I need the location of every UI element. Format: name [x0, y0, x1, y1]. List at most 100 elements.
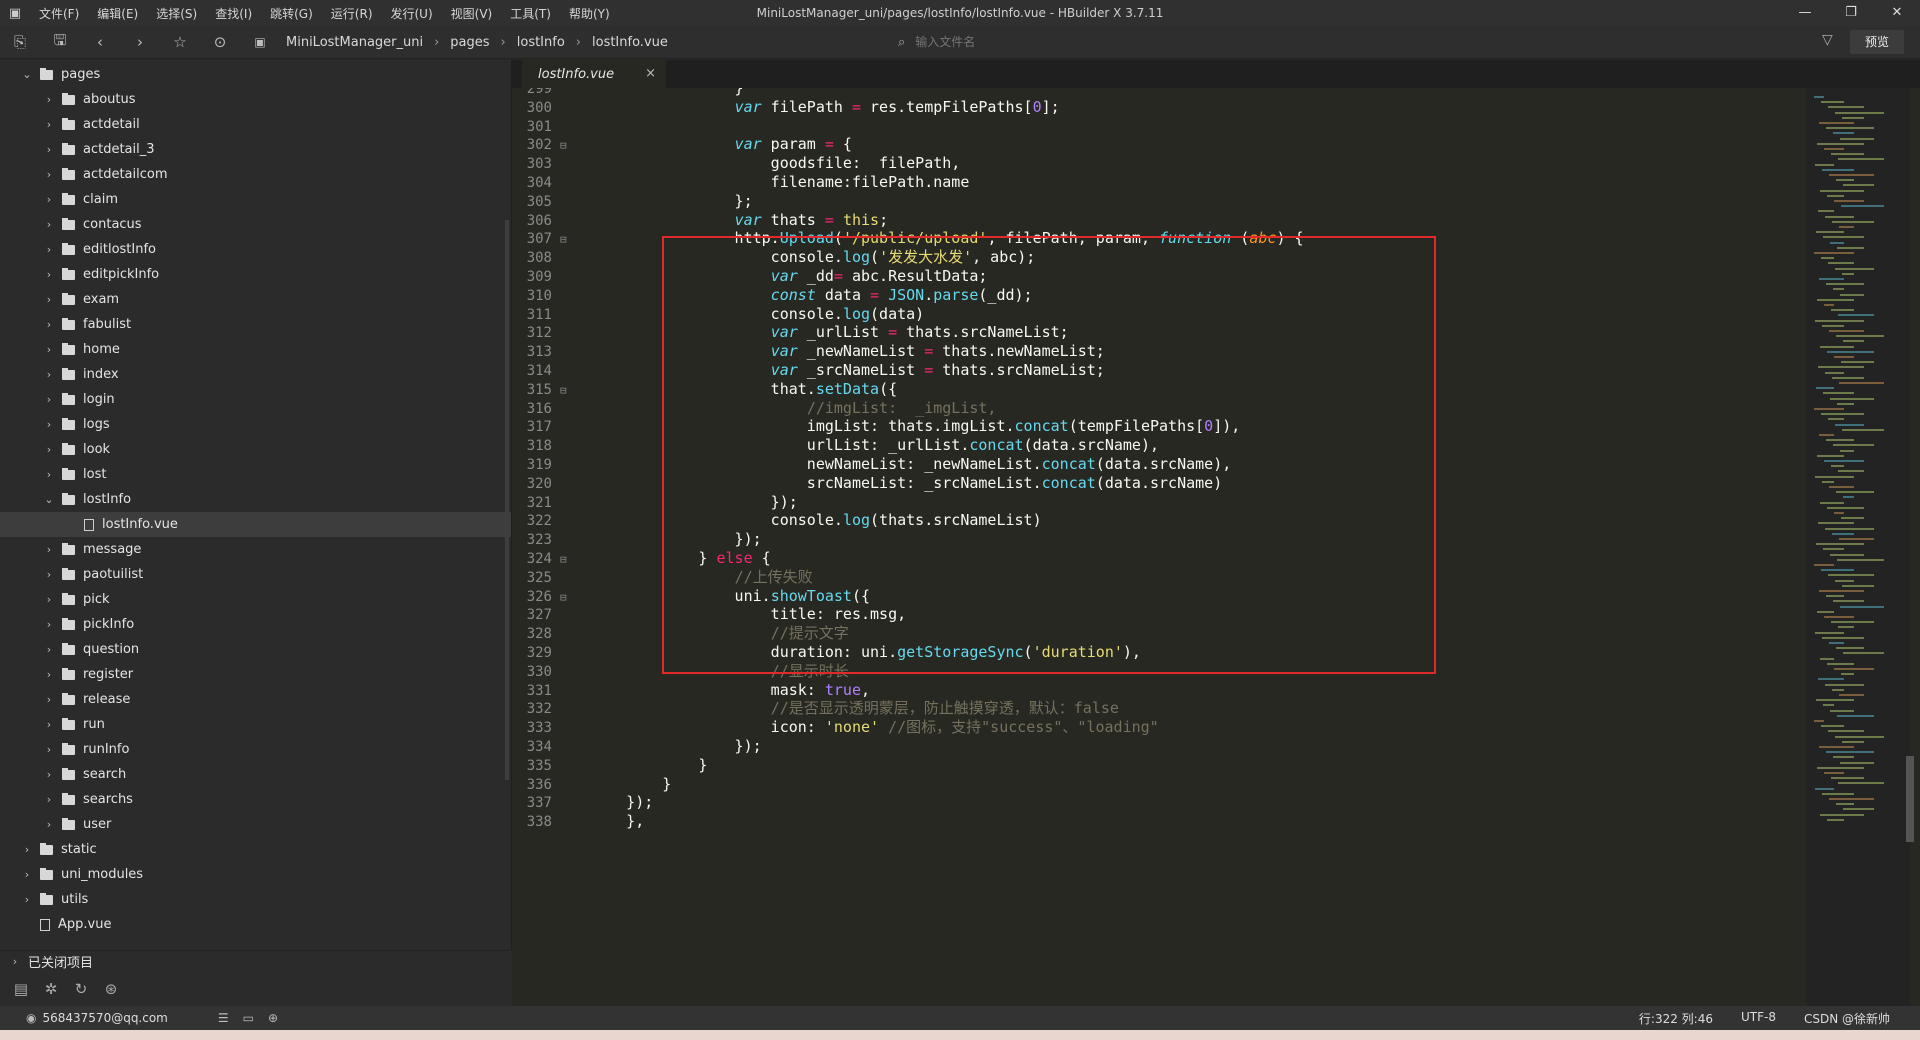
tree-folder[interactable]: › actdetailcom: [0, 162, 511, 187]
closed-projects[interactable]: › 已关闭项目: [0, 950, 512, 972]
code-line[interactable]: 309 var _dd= abc.ResultData;: [512, 267, 1802, 286]
outline-icon[interactable]: ☰: [218, 1011, 229, 1025]
code-line[interactable]: 299 }: [512, 88, 1802, 98]
tree-file[interactable]: lostInfo.vue: [0, 512, 511, 537]
menu-item-0[interactable]: 文件(F): [30, 5, 88, 22]
preview-button[interactable]: 预览: [1850, 30, 1904, 54]
code-line[interactable]: 304 filename:filePath.name: [512, 173, 1802, 192]
tree-folder[interactable]: › contacus: [0, 212, 511, 237]
code-line[interactable]: 334 });: [512, 737, 1802, 756]
code-line[interactable]: 332 //是否显示透明蒙层，防止触摸穿透，默认：false: [512, 699, 1802, 718]
tree-folder[interactable]: › editpickInfo: [0, 262, 511, 287]
project-icon[interactable]: ▤: [6, 980, 36, 998]
code-line[interactable]: 315 ⊟ that.setData({: [512, 380, 1802, 399]
tree-folder[interactable]: › pick: [0, 587, 511, 612]
tree-folder[interactable]: › index: [0, 362, 511, 387]
code-editor[interactable]: 299 } 300 var filePath = res.tempFilePath…: [512, 88, 1920, 1006]
code-line[interactable]: 333 icon: 'none' //图标，支持"success"、"loadi…: [512, 718, 1802, 737]
code-line[interactable]: 318 urlList: _urlList.concat(data.srcNam…: [512, 436, 1802, 455]
breadcrumb-file[interactable]: lostInfo.vue: [592, 35, 668, 50]
tree-folder[interactable]: › message: [0, 537, 511, 562]
code-line[interactable]: 301: [512, 117, 1802, 136]
tree-folder[interactable]: › editlostInfo: [0, 237, 511, 262]
cursor-position[interactable]: 行:322 列:46: [1639, 1010, 1713, 1027]
tree-folder[interactable]: ⌄ lostInfo: [0, 487, 511, 512]
tree-folder[interactable]: › lost: [0, 462, 511, 487]
code-line[interactable]: 319 newNameList: _newNameList.concat(dat…: [512, 455, 1802, 474]
tree-folder[interactable]: › register: [0, 662, 511, 687]
menu-item-8[interactable]: 工具(T): [501, 5, 560, 22]
menu-item-5[interactable]: 运行(R): [322, 5, 382, 22]
user-account[interactable]: 568437570@qq.com: [42, 1011, 167, 1025]
breadcrumb-lostinfo[interactable]: lostInfo: [517, 35, 565, 50]
code-line[interactable]: 338 },: [512, 812, 1802, 831]
tab-close-icon[interactable]: ×: [645, 66, 656, 81]
refresh-icon[interactable]: ↻: [66, 980, 96, 998]
code-line[interactable]: 335 }: [512, 756, 1802, 775]
code-line[interactable]: 303 goodsfile: filePath,: [512, 154, 1802, 173]
filter-icon[interactable]: ▽: [1822, 32, 1833, 48]
tree-folder[interactable]: ⌄ pages: [0, 62, 511, 87]
sidebar-scrollbar[interactable]: [505, 220, 509, 780]
code-line[interactable]: 326 ⊟ uni.showToast({: [512, 587, 1802, 606]
code-line[interactable]: 324 ⊟ } else {: [512, 549, 1802, 568]
tree-folder[interactable]: › actdetail_3: [0, 137, 511, 162]
menu-item-7[interactable]: 视图(V): [442, 5, 502, 22]
minimap-scroll-thumb[interactable]: [1906, 756, 1914, 842]
code-line[interactable]: 325 //上传失败: [512, 568, 1802, 587]
tree-file[interactable]: App.vue: [0, 912, 511, 937]
code-line[interactable]: 327 title: res.msg,: [512, 605, 1802, 624]
tree-folder[interactable]: › look: [0, 437, 511, 462]
menu-item-4[interactable]: 跳转(G): [261, 5, 322, 22]
tree-folder[interactable]: › login: [0, 387, 511, 412]
tree-folder[interactable]: › utils: [0, 887, 511, 912]
code-line[interactable]: 320 srcNameList: _srcNameList.concat(dat…: [512, 474, 1802, 493]
tree-folder[interactable]: › release: [0, 687, 511, 712]
new-file-icon[interactable]: ⎘: [0, 33, 40, 51]
tree-folder[interactable]: › user: [0, 812, 511, 837]
code-line[interactable]: 313 var _newNameList = thats.newNameList…: [512, 342, 1802, 361]
code-line[interactable]: 323 });: [512, 530, 1802, 549]
tree-folder[interactable]: › home: [0, 337, 511, 362]
tree-folder[interactable]: › pickInfo: [0, 612, 511, 637]
code-line[interactable]: 322 console.log(thats.srcNameList): [512, 511, 1802, 530]
tree-folder[interactable]: › paotuilist: [0, 562, 511, 587]
breadcrumb-pages[interactable]: pages: [450, 35, 489, 50]
tree-folder[interactable]: › searchs: [0, 787, 511, 812]
terminal-icon[interactable]: ▭: [243, 1011, 254, 1025]
menu-item-3[interactable]: 查找(I): [206, 5, 261, 22]
code-line[interactable]: 328 //提示文字: [512, 624, 1802, 643]
close-icon[interactable]: ✕: [1874, 0, 1920, 26]
plugin-icon[interactable]: ⊛: [96, 980, 126, 998]
code-line[interactable]: 336 }: [512, 775, 1802, 794]
code-line[interactable]: 331 mask: true,: [512, 681, 1802, 700]
browser-icon[interactable]: ⊕: [268, 1011, 278, 1025]
tree-folder[interactable]: › static: [0, 837, 511, 862]
search-input[interactable]: [915, 35, 1416, 49]
tree-folder[interactable]: › actdetail: [0, 112, 511, 137]
code-line[interactable]: 311 console.log(data): [512, 305, 1802, 324]
menu-item-9[interactable]: 帮助(Y): [560, 5, 619, 22]
code-line[interactable]: 305 };: [512, 192, 1802, 211]
tree-folder[interactable]: › aboutus: [0, 87, 511, 112]
code-line[interactable]: 308 console.log('发发大水发', abc);: [512, 248, 1802, 267]
tree-folder[interactable]: › fabulist: [0, 312, 511, 337]
code-line[interactable]: 307 ⊟ http.Upload('/public/upload', fileP…: [512, 229, 1802, 248]
breadcrumb-project[interactable]: MiniLostManager_uni: [286, 35, 423, 50]
tree-folder[interactable]: › uni_modules: [0, 862, 511, 887]
code-line[interactable]: 329 duration: uni.getStorageSync('durati…: [512, 643, 1802, 662]
debug-icon[interactable]: ✲: [36, 980, 66, 998]
code-line[interactable]: 316 //imgList: _imgList,: [512, 399, 1802, 418]
minimize-icon[interactable]: —: [1782, 0, 1828, 26]
encoding[interactable]: UTF-8: [1741, 1010, 1776, 1027]
code-line[interactable]: 306 var thats = this;: [512, 211, 1802, 230]
menu-item-2[interactable]: 选择(S): [147, 5, 206, 22]
menu-item-1[interactable]: 编辑(E): [88, 5, 147, 22]
tree-folder[interactable]: › claim: [0, 187, 511, 212]
code-line[interactable]: 317 imgList: thats.imgList.concat(tempFi…: [512, 417, 1802, 436]
minimap[interactable]: [1806, 88, 1910, 1006]
code-line[interactable]: 300 var filePath = res.tempFilePaths[0];: [512, 98, 1802, 117]
run-icon[interactable]: ⊙: [200, 33, 240, 51]
back-icon[interactable]: ‹: [80, 33, 120, 51]
code-line[interactable]: 310 const data = JSON.parse(_dd);: [512, 286, 1802, 305]
